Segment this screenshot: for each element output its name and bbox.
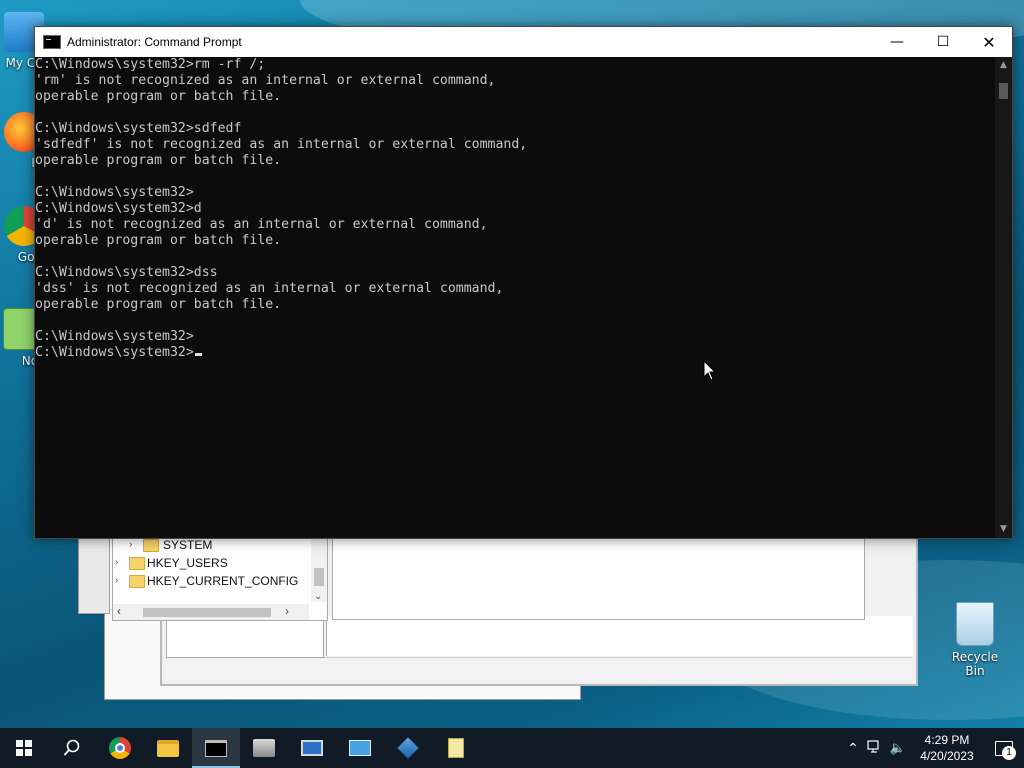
tree-vscrollbar[interactable]: ⌄ [311, 536, 327, 602]
console-line: C:\Windows\system32>rm -rf /; [35, 57, 266, 72]
chevron-up-icon[interactable]: ⌃ [842, 740, 864, 757]
console-line: C:\Windows\system32> [35, 329, 194, 344]
folder-icon [129, 575, 145, 588]
scroll-thumb[interactable] [999, 83, 1008, 99]
chevron-down-icon[interactable]: ▼ [995, 521, 1012, 538]
command-prompt-window[interactable]: Administrator: Command Prompt — ☐ ✕ C:\W… [34, 26, 1013, 539]
command-prompt-icon [43, 35, 61, 49]
clock-time: 4:29 PM [924, 733, 970, 747]
chevron-right-icon[interactable]: › [115, 554, 118, 572]
console-line: operable program or batch file. [35, 297, 282, 312]
tree-item-label: HKEY_CURRENT_CONFIG [147, 574, 299, 588]
chrome-icon [109, 737, 131, 759]
desktop-icon-label: Recycle Bin [951, 650, 999, 678]
statusbar [166, 657, 912, 680]
tree-item-hkey-current-config[interactable]: › HKEY_CURRENT_CONFIG [113, 572, 327, 590]
tree-item-label: SYSTEM [163, 538, 213, 552]
control-panel-icon [349, 740, 371, 756]
console-line: 'dss' is not recognized as an internal o… [35, 281, 504, 296]
taskbar-notepad[interactable] [432, 728, 480, 768]
remote-desktop-icon [301, 740, 323, 756]
chevron-up-icon[interactable]: ▲ [995, 57, 1012, 74]
tree-item-hkey-users[interactable]: › HKEY_USERS [113, 554, 327, 572]
volume-icon[interactable]: 🔈 [886, 740, 910, 756]
title-bar[interactable]: Administrator: Command Prompt — ☐ ✕ [35, 27, 1012, 57]
window-title: Administrator: Command Prompt [67, 35, 242, 49]
console-line: operable program or batch file. [35, 89, 282, 104]
folder-icon [157, 739, 179, 757]
command-prompt-icon [205, 739, 227, 757]
desktop-icon-recycle-bin[interactable]: Recycle Bin [942, 602, 1008, 678]
list-pane [326, 616, 913, 656]
console-line: C:\Windows\system32>d [35, 201, 202, 216]
console-line: 'rm' is not recognized as an internal or… [35, 73, 496, 88]
network-icon[interactable] [864, 739, 886, 757]
action-center-button[interactable]: 1 [984, 728, 1024, 768]
tree-item-label: HKEY_USERS [147, 556, 228, 570]
taskbar-remote-desktop[interactable] [288, 728, 336, 768]
notepad-icon [448, 738, 464, 758]
scroll-thumb[interactable] [314, 568, 324, 586]
recycle-bin-icon [956, 602, 994, 646]
taskbar-chrome[interactable] [96, 728, 144, 768]
console-line: operable program or batch file. [35, 233, 282, 248]
maximize-button[interactable]: ☐ [920, 27, 966, 57]
notification-badge: 1 [1002, 746, 1016, 760]
console-line: C:\Windows\system32>dss [35, 265, 218, 280]
start-button[interactable] [0, 728, 48, 768]
search-icon [63, 739, 80, 756]
registry-values-pane [332, 535, 865, 620]
console-line: C:\Windows\system32> [35, 345, 995, 361]
tree-hscrollbar[interactable]: ‹ › [113, 604, 309, 620]
search-button[interactable] [48, 728, 96, 768]
taskbar: ⌃ 🔈 4:29 PM 4/20/2023 1 [0, 728, 1024, 768]
taskbar-network-tool[interactable] [240, 728, 288, 768]
registry-tree-pane: › SYSTEM › HKEY_USERS › HKEY_CURRENT_CON… [112, 535, 328, 621]
console-line: C:\Windows\system32> [35, 185, 194, 200]
console-line: 'd' is not recognized as an internal or … [35, 217, 488, 232]
taskbar-control-panel[interactable] [336, 728, 384, 768]
tree-pane [166, 616, 324, 658]
registry-editor-icon [397, 737, 419, 759]
chevron-down-icon[interactable]: ⌄ [314, 591, 322, 602]
clock[interactable]: 4:29 PM 4/20/2023 [910, 732, 984, 764]
windows-logo-icon [16, 740, 32, 756]
minimize-button[interactable]: — [874, 27, 920, 57]
chevron-right-icon[interactable]: › [115, 572, 118, 590]
console-output[interactable]: C:\Windows\system32>rm -rf /;'rm' is not… [35, 57, 995, 538]
console-scrollbar[interactable]: ▲ ▼ [995, 57, 1012, 538]
folder-icon [129, 557, 145, 570]
console-line: C:\Windows\system32>sdfedf [35, 121, 242, 136]
chevron-right-icon[interactable]: › [285, 604, 289, 618]
close-button[interactable]: ✕ [966, 27, 1012, 57]
mouse-pointer-icon [703, 360, 717, 381]
taskbar-registry-editor[interactable] [384, 728, 432, 768]
chevron-left-icon[interactable]: ‹ [117, 604, 121, 618]
system-tray: ⌃ 🔈 4:29 PM 4/20/2023 1 [842, 728, 1024, 768]
text-cursor [194, 353, 202, 356]
console-line: 'sdfedf' is not recognized as an interna… [35, 137, 528, 152]
network-tool-icon [253, 739, 275, 757]
taskbar-file-explorer[interactable] [144, 728, 192, 768]
taskbar-command-prompt[interactable] [192, 728, 240, 768]
clock-date: 4/20/2023 [920, 749, 974, 763]
folder-icon [143, 539, 159, 552]
console-line: operable program or batch file. [35, 153, 282, 168]
scroll-thumb[interactable] [143, 608, 271, 617]
